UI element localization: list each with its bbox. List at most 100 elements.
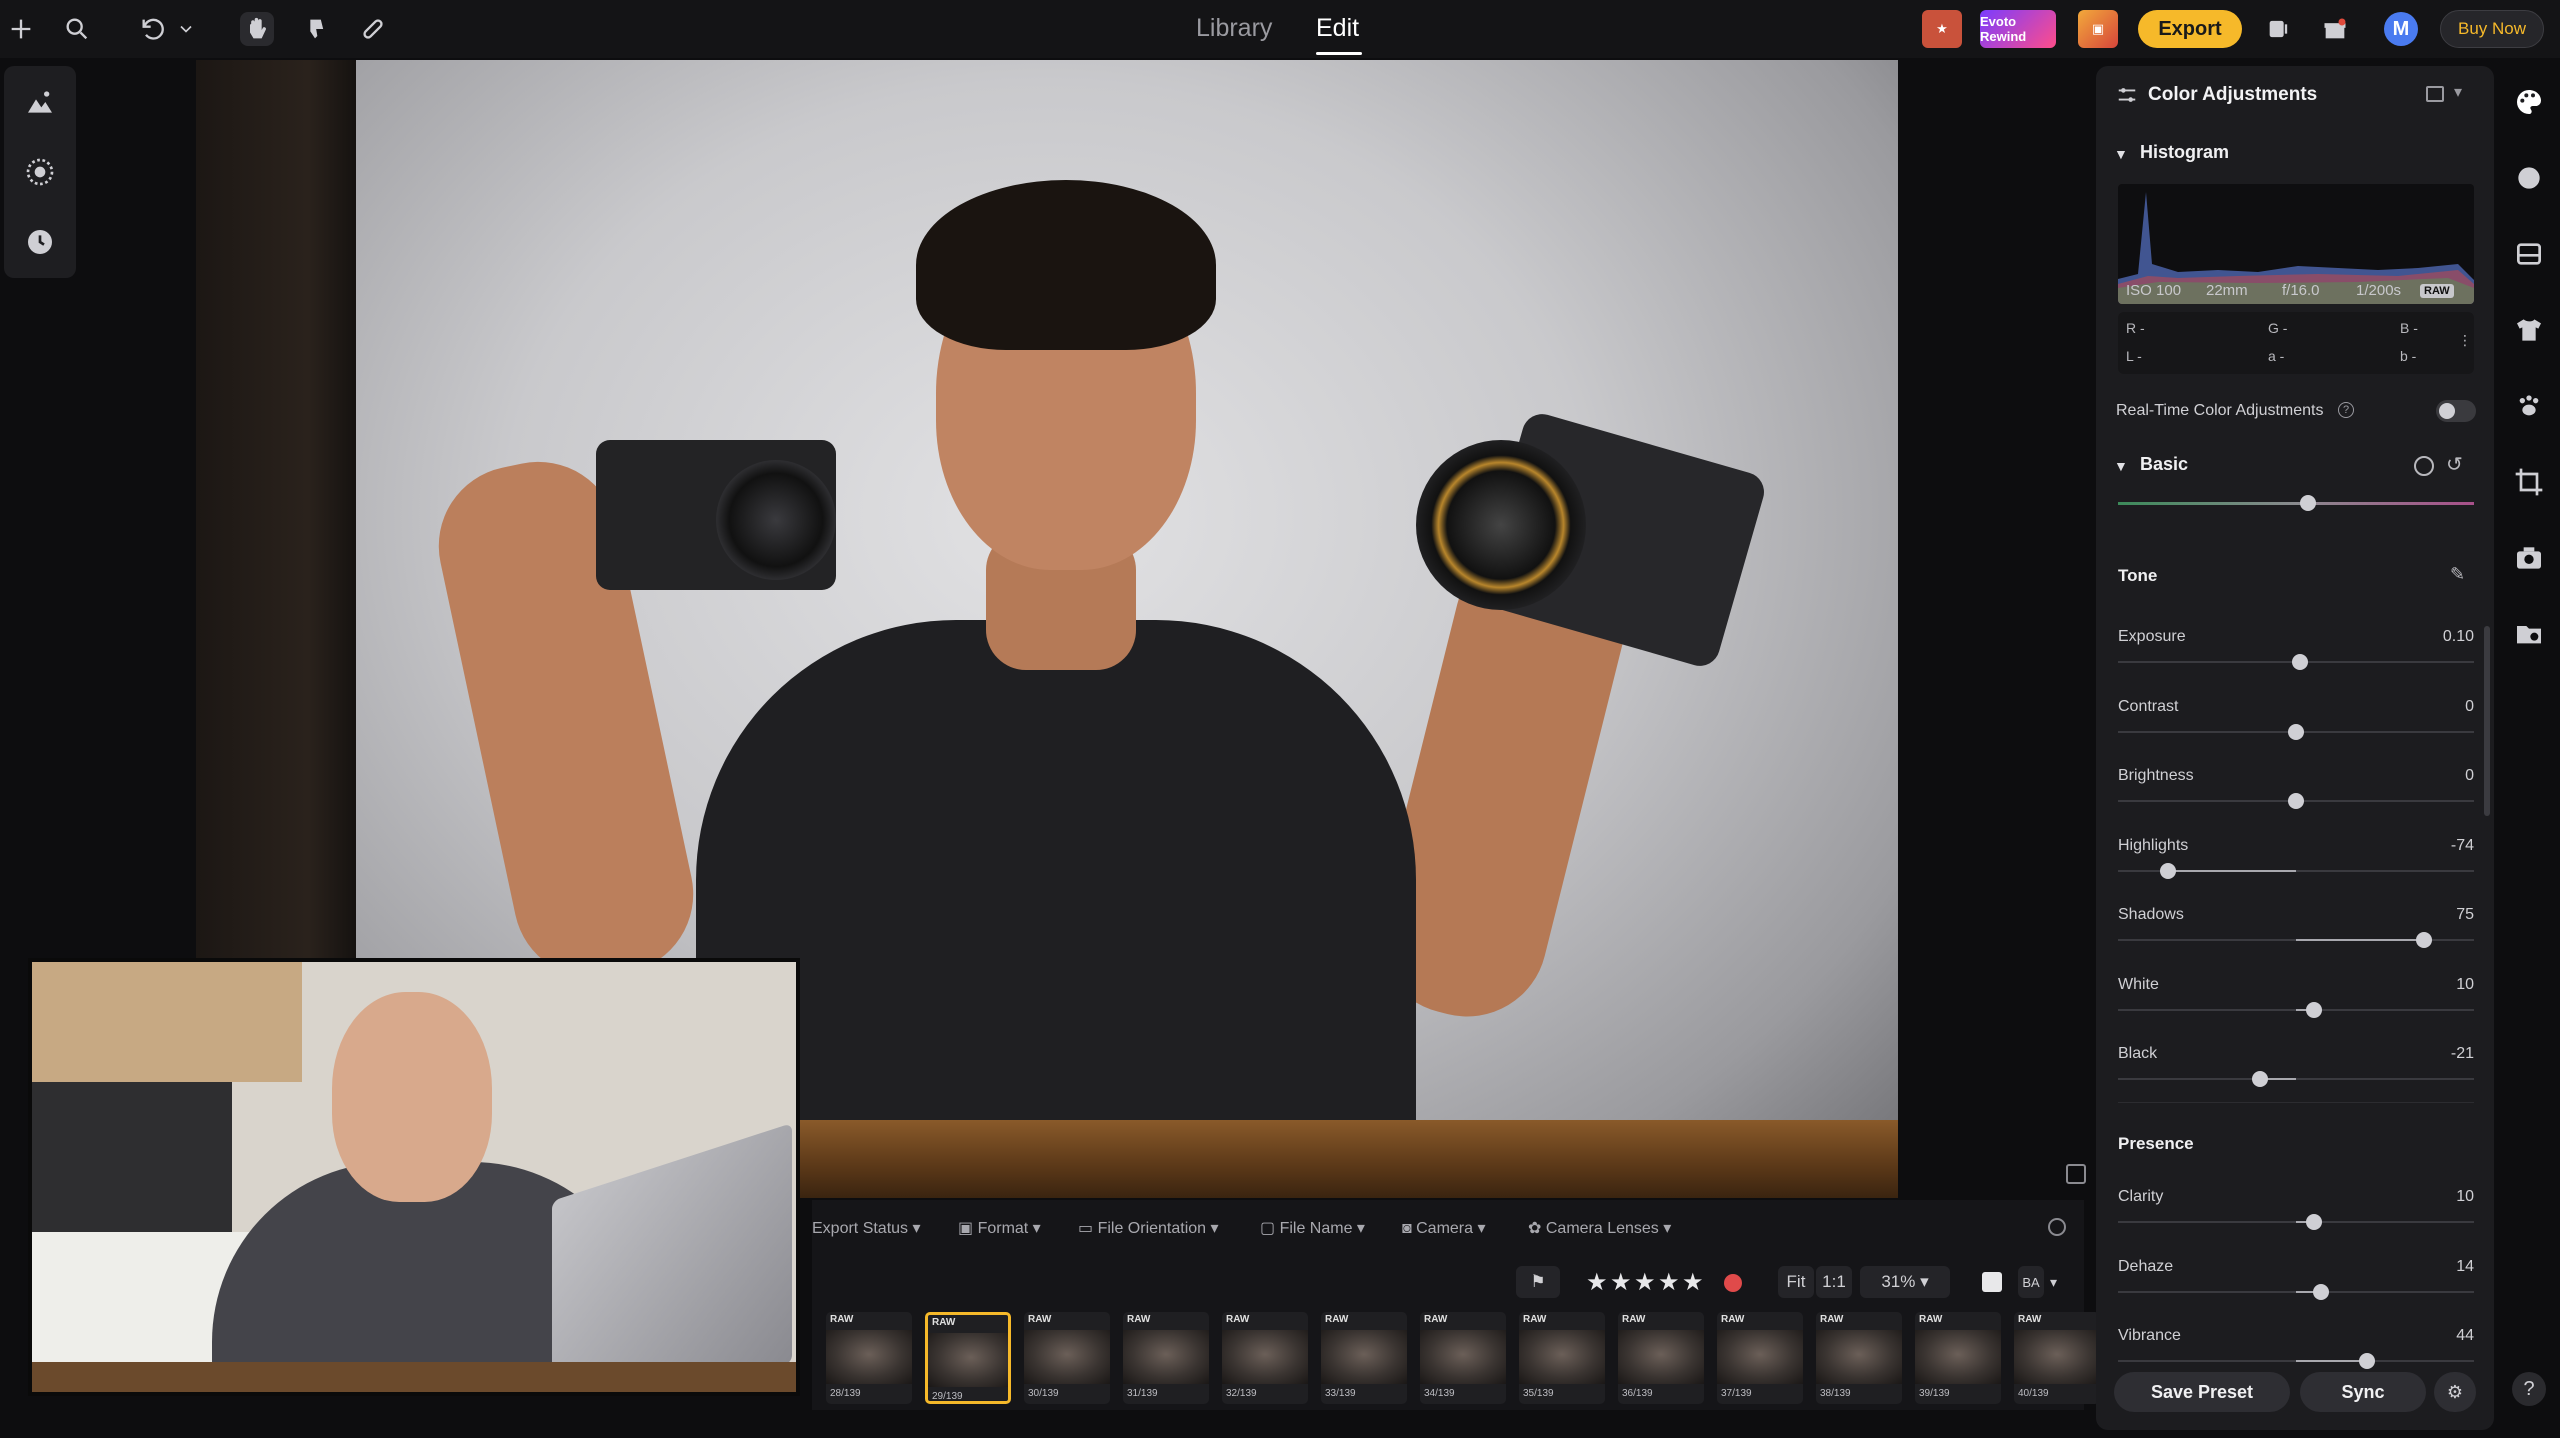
- slider-black[interactable]: Black -21: [2118, 1045, 2474, 1105]
- search-icon[interactable]: [60, 12, 94, 46]
- filmstrip-thumbnail[interactable]: RAW 40/139: [2014, 1312, 2100, 1404]
- filter-camera[interactable]: ◙ Camera ▾: [1402, 1218, 1486, 1238]
- slider-thumb[interactable]: [2291, 654, 2308, 670]
- slider-thumb[interactable]: [2159, 862, 2176, 879]
- slider-value[interactable]: -21: [2451, 1045, 2474, 1063]
- filmstrip-thumbnail[interactable]: RAW 33/139: [1321, 1312, 1407, 1404]
- slider-clarity[interactable]: Clarity 10: [2118, 1188, 2474, 1248]
- folder-settings-icon[interactable]: [2513, 618, 2545, 650]
- slider-value[interactable]: 0: [2465, 767, 2474, 785]
- reset-icon[interactable]: ↺: [2446, 452, 2463, 477]
- filter-format[interactable]: ▣ Format ▾: [958, 1218, 1041, 1238]
- camera-icon[interactable]: [2513, 542, 2545, 574]
- filter-export-status[interactable]: Export Status ▾: [812, 1218, 921, 1238]
- slider-highlights[interactable]: Highlights -74: [2118, 837, 2474, 897]
- rating-star-2[interactable]: ★: [1610, 1268, 1632, 1297]
- readout-more-icon[interactable]: ⋮: [2458, 332, 2472, 349]
- info-icon[interactable]: ?: [2338, 402, 2354, 418]
- pet-paw-icon[interactable]: [2513, 390, 2545, 422]
- slider-value[interactable]: -74: [2451, 837, 2474, 855]
- background-icon[interactable]: [2513, 238, 2545, 270]
- slider-thumb[interactable]: [2252, 1071, 2269, 1087]
- slider-value[interactable]: 75: [2456, 906, 2474, 924]
- slider-contrast[interactable]: Contrast 0: [2118, 698, 2474, 758]
- slider-thumb[interactable]: [2312, 1283, 2329, 1300]
- slider-white[interactable]: White 10: [2118, 976, 2474, 1036]
- auto-tone-wand-icon[interactable]: ✎: [2450, 564, 2465, 585]
- bandage-icon[interactable]: [356, 12, 390, 46]
- clothing-icon[interactable]: [2513, 314, 2545, 346]
- crop-icon[interactable]: [2513, 466, 2545, 498]
- filmstrip-thumbnail[interactable]: RAW 32/139: [1222, 1312, 1308, 1404]
- tab-library[interactable]: Library: [1196, 14, 1272, 43]
- gift-promo-icon[interactable]: ★: [1922, 10, 1962, 48]
- rating-star-1[interactable]: ★: [1586, 1268, 1608, 1297]
- color-palette-icon[interactable]: [2513, 86, 2545, 118]
- filter-settings-icon[interactable]: [2048, 1218, 2066, 1236]
- view-mode-chevron-icon[interactable]: ▾: [2050, 1274, 2057, 1291]
- slider-thumb[interactable]: [2305, 1214, 2322, 1230]
- single-view-icon[interactable]: [1982, 1272, 2002, 1292]
- export-button[interactable]: Export: [2138, 10, 2242, 48]
- buy-now-button[interactable]: Buy Now: [2440, 10, 2544, 48]
- tint-track[interactable]: [2118, 502, 2474, 505]
- fit-button[interactable]: Fit: [1778, 1266, 1814, 1298]
- help-icon[interactable]: ?: [2512, 1372, 2546, 1406]
- filmstrip-thumbnail[interactable]: RAW 38/139: [1816, 1312, 1902, 1404]
- filmstrip-thumbnail[interactable]: RAW 29/139: [925, 1312, 1011, 1404]
- slider-value[interactable]: 10: [2456, 1188, 2474, 1206]
- slider-exposure[interactable]: Exposure 0.10: [2118, 628, 2474, 688]
- dislike-icon[interactable]: [298, 12, 332, 46]
- share-icon[interactable]: [2262, 12, 2296, 46]
- add-icon[interactable]: [4, 12, 38, 46]
- tab-edit[interactable]: Edit: [1316, 14, 1359, 43]
- rating-star-3[interactable]: ★: [1634, 1268, 1656, 1297]
- slider-thumb[interactable]: [2288, 723, 2304, 740]
- history-clock-icon[interactable]: [24, 226, 56, 258]
- histogram-collapse-icon[interactable]: ▼: [2114, 146, 2128, 162]
- filmstrip-thumbnail[interactable]: RAW 28/139: [826, 1312, 912, 1404]
- gift-box-icon[interactable]: [2318, 12, 2352, 46]
- save-preset-button[interactable]: Save Preset: [2114, 1372, 2290, 1412]
- tint-slider-thumb[interactable]: [2300, 495, 2316, 511]
- card-promo-icon[interactable]: ▣: [2078, 10, 2118, 48]
- rating-star-4[interactable]: ★: [1658, 1268, 1680, 1297]
- slider-value[interactable]: 14: [2456, 1258, 2474, 1276]
- realtime-toggle[interactable]: [2436, 400, 2476, 422]
- panel-scrollbar[interactable]: [2484, 626, 2490, 816]
- slider-thumb[interactable]: [2359, 1353, 2376, 1369]
- face-retouch-icon[interactable]: [2513, 162, 2545, 194]
- filmstrip-thumbnail[interactable]: RAW 30/139: [1024, 1312, 1110, 1404]
- slider-thumb[interactable]: [2288, 793, 2304, 809]
- avatar[interactable]: M: [2384, 12, 2418, 46]
- slider-thumb[interactable]: [2416, 932, 2433, 948]
- slider-dehaze[interactable]: Dehaze 14: [2118, 1258, 2474, 1318]
- retouch-tool-icon[interactable]: [24, 86, 56, 118]
- filter-file-orientation[interactable]: ▭ File Orientation ▾: [1078, 1218, 1219, 1238]
- undo-icon[interactable]: [136, 12, 170, 46]
- sync-settings-icon[interactable]: ⚙: [2434, 1372, 2476, 1412]
- filter-file-name[interactable]: ▢ File Name ▾: [1260, 1218, 1365, 1238]
- filmstrip-thumbnail[interactable]: RAW 34/139: [1420, 1312, 1506, 1404]
- sync-button[interactable]: Sync: [2300, 1372, 2426, 1412]
- filmstrip-thumbnail[interactable]: RAW 31/139: [1123, 1312, 1209, 1404]
- slider-value[interactable]: 10: [2456, 976, 2474, 994]
- hand-tool-icon[interactable]: [240, 12, 274, 46]
- undo-history-chevron-icon[interactable]: [176, 12, 196, 46]
- filmstrip-thumbnail[interactable]: RAW 36/139: [1618, 1312, 1704, 1404]
- one-to-one-button[interactable]: 1:1: [1816, 1266, 1852, 1298]
- slider-value[interactable]: 0: [2465, 698, 2474, 716]
- before-after-icon[interactable]: BA: [2018, 1266, 2044, 1298]
- filmstrip-thumbnail[interactable]: RAW 35/139: [1519, 1312, 1605, 1404]
- filter-camera-lenses[interactable]: ✿ Camera Lenses ▾: [1528, 1218, 1671, 1238]
- zoom-select[interactable]: 31% ▾: [1860, 1266, 1950, 1298]
- compare-split-icon[interactable]: [2066, 1164, 2086, 1184]
- slider-thumb[interactable]: [2305, 1001, 2322, 1018]
- filmstrip-thumbnail[interactable]: RAW 37/139: [1717, 1312, 1803, 1404]
- texture-tool-icon[interactable]: [24, 156, 56, 188]
- basic-collapse-icon[interactable]: ▼: [2114, 458, 2128, 474]
- slider-value[interactable]: 44: [2456, 1327, 2474, 1345]
- color-label-icon[interactable]: [1724, 1274, 1742, 1292]
- panel-menu-chevron-icon[interactable]: ▾: [2454, 82, 2462, 102]
- visibility-eye-icon[interactable]: [2414, 456, 2434, 476]
